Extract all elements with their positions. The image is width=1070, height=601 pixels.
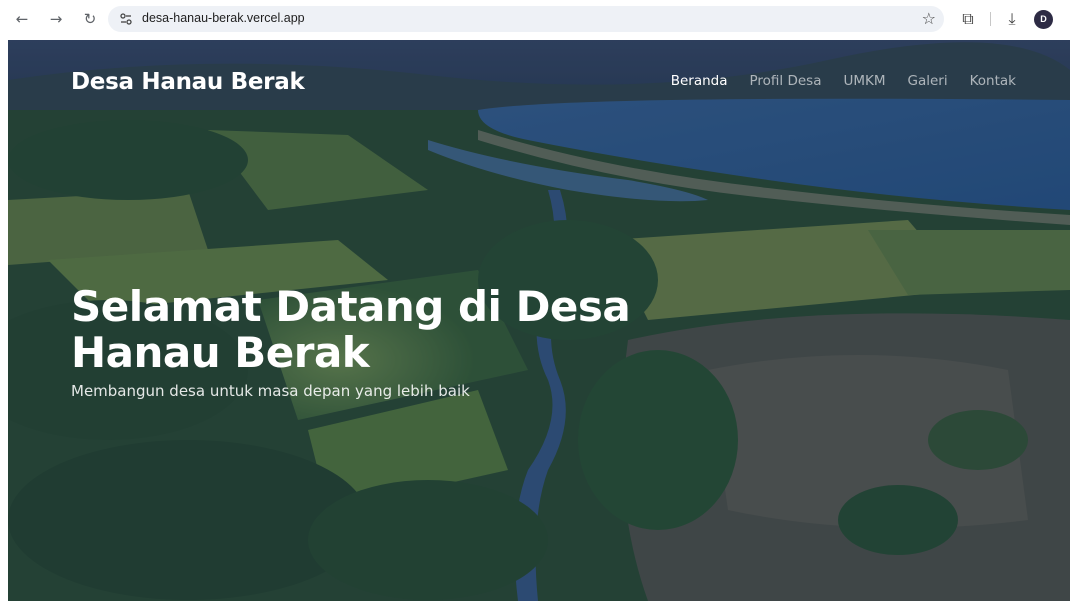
- extensions-icon[interactable]: ⧉: [958, 9, 978, 29]
- bookmark-star-icon[interactable]: ☆: [922, 9, 936, 28]
- site-navbar: Desa Hanau Berak Beranda Profil Desa UMK…: [8, 40, 1070, 124]
- reload-icon[interactable]: ↻: [80, 9, 100, 29]
- hero-content: Selamat Datang di Desa Hanau Berak Memba…: [71, 282, 711, 401]
- hero-title: Selamat Datang di Desa Hanau Berak: [71, 282, 631, 377]
- hero-subtitle: Membangun desa untuk masa depan yang leb…: [71, 382, 470, 400]
- site-settings-icon[interactable]: [118, 11, 134, 27]
- download-icon[interactable]: ⤓: [1002, 9, 1022, 29]
- back-arrow-icon[interactable]: ←: [12, 9, 32, 29]
- toolbar-divider: [990, 12, 991, 26]
- nav-link-profil-desa[interactable]: Profil Desa: [750, 73, 822, 89]
- page-viewport: Desa Hanau Berak Beranda Profil Desa UMK…: [8, 40, 1070, 601]
- nav-link-galeri[interactable]: Galeri: [908, 73, 948, 89]
- profile-avatar[interactable]: D: [1034, 10, 1053, 29]
- nav-link-umkm[interactable]: UMKM: [843, 73, 885, 89]
- address-bar[interactable]: desa-hanau-berak.vercel.app ☆: [108, 6, 944, 32]
- site-brand[interactable]: Desa Hanau Berak: [71, 69, 305, 95]
- nav-link-kontak[interactable]: Kontak: [970, 73, 1016, 89]
- nav-menu: Beranda Profil Desa UMKM Galeri Kontak: [671, 73, 1016, 89]
- url-text[interactable]: desa-hanau-berak.vercel.app: [142, 11, 305, 25]
- nav-link-beranda[interactable]: Beranda: [671, 73, 728, 89]
- browser-toolbar: ← → ↻ desa-hanau-berak.vercel.app ☆ ⧉ ⤓ …: [0, 0, 1070, 38]
- forward-arrow-icon[interactable]: →: [46, 9, 66, 29]
